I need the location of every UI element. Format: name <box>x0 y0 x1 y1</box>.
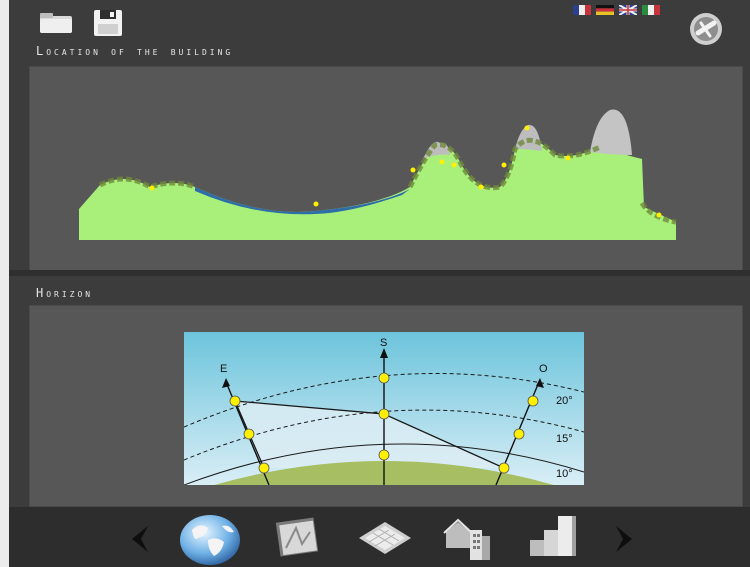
label-south: S <box>380 337 387 349</box>
calendar-icon[interactable] <box>355 518 415 558</box>
section-divider <box>9 270 750 276</box>
next-arrow-icon[interactable] <box>612 524 636 554</box>
location-section-title: Location of the building <box>36 44 234 58</box>
settings-icon[interactable] <box>689 12 723 46</box>
prev-arrow-icon[interactable] <box>128 524 152 554</box>
label-west: O <box>539 363 548 375</box>
flag-uk-icon[interactable] <box>619 5 637 15</box>
horizon-section-title: Horizon <box>36 286 94 300</box>
elevation-label-20: 20° <box>556 395 573 407</box>
flag-fr-icon[interactable] <box>573 5 591 15</box>
elevation-label-15: 15° <box>556 433 573 445</box>
flag-it-icon[interactable] <box>642 5 660 15</box>
location-panel <box>29 66 743 271</box>
save-icon[interactable] <box>93 9 123 37</box>
left-edge <box>0 0 9 567</box>
horizon-diagram: E S O 20° 15° 10° <box>184 332 584 485</box>
bar-chart-icon[interactable] <box>528 512 580 558</box>
top-toolbar <box>9 0 750 45</box>
horizon-panel: E S O 20° 15° 10° <box>29 305 743 507</box>
folder-icon[interactable] <box>39 12 73 34</box>
flag-de-icon[interactable] <box>596 5 614 15</box>
terrain-profile <box>79 109 677 240</box>
map-icon[interactable] <box>272 514 324 560</box>
globe-icon[interactable] <box>178 512 242 566</box>
elevation-label-10: 10° <box>556 468 573 480</box>
buildings-icon[interactable] <box>442 512 494 562</box>
label-east: E <box>220 363 227 375</box>
